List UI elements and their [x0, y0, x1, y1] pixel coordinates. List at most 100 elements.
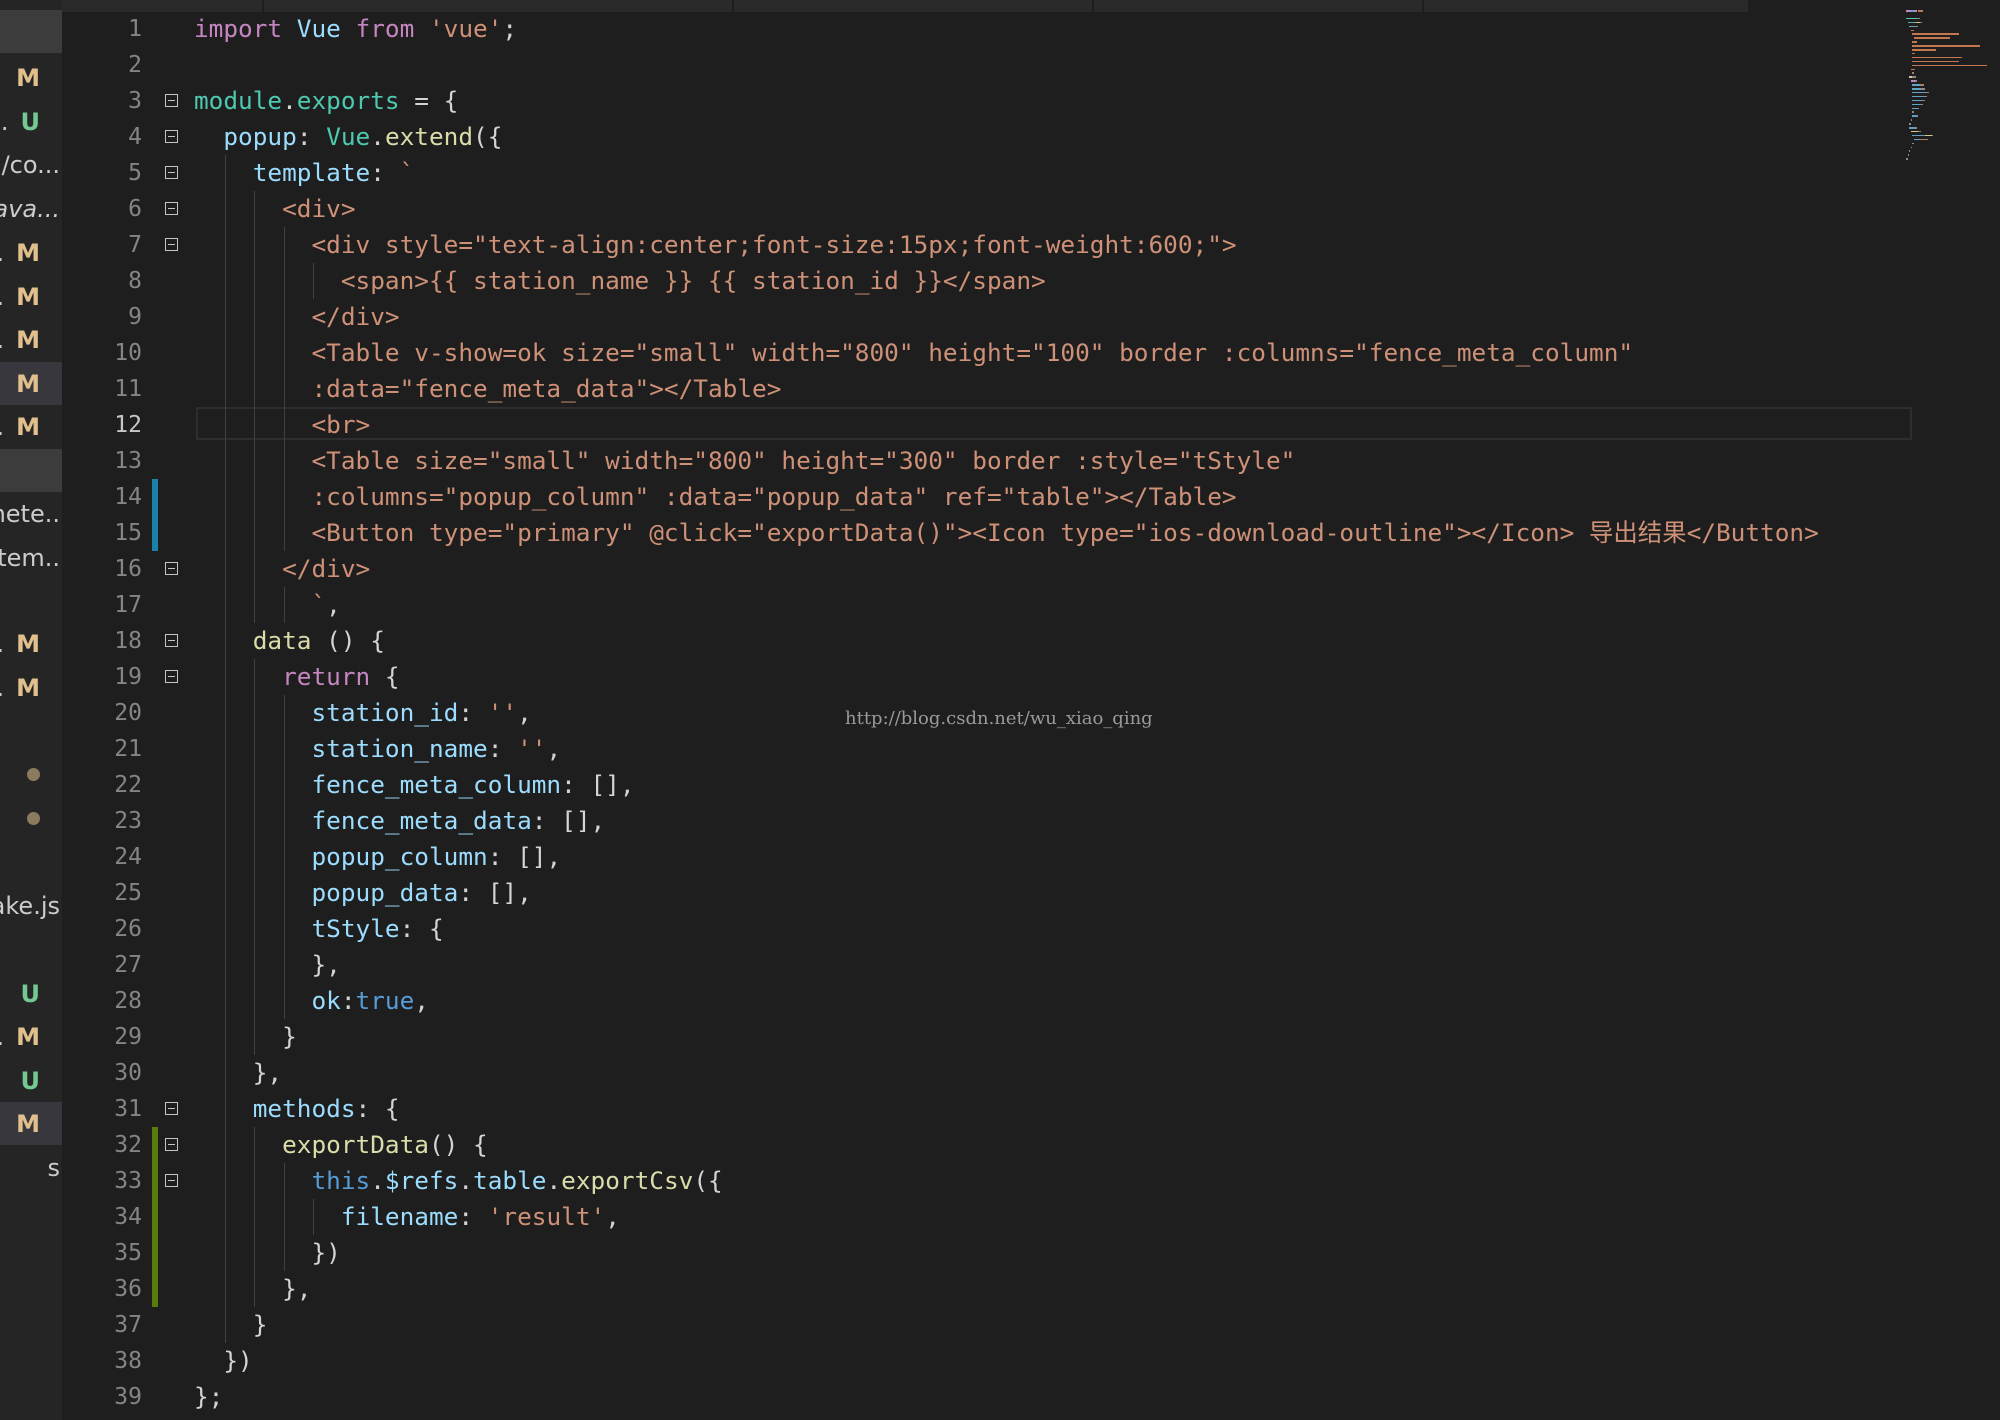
minimap-line — [1920, 21, 1922, 24]
code-line[interactable]: 4 popup: Vue.extend({ — [62, 119, 2000, 155]
code-line[interactable]: 7 <div style="text-align:center;font-siz… — [62, 227, 2000, 263]
explorer-file-item[interactable]: ake.js — [0, 884, 62, 927]
code-line[interactable]: 22 fence_meta_column: [], — [62, 767, 2000, 803]
explorer-file-item[interactable] — [0, 928, 62, 971]
code-line[interactable]: 24 popup_column: [], — [62, 839, 2000, 875]
code-line[interactable]: 29 } — [62, 1019, 2000, 1055]
code-line[interactable]: 13 <Table size="small" width="800" heigh… — [62, 443, 2000, 479]
line-number: 32 — [114, 1132, 142, 1158]
explorer-file-item[interactable]: java... — [0, 187, 62, 230]
code-line[interactable]: 15 <Button type="primary" @click="export… — [62, 515, 2000, 551]
explorer-file-item[interactable]: .M — [0, 622, 62, 665]
code-line[interactable]: 11 :data="fence_meta_data"></Table> — [62, 371, 2000, 407]
fold-toggle-icon[interactable] — [165, 1102, 178, 1115]
explorer-file-item[interactable]: U — [0, 1059, 62, 1102]
explorer-file-item[interactable]: M — [0, 362, 62, 405]
explorer-file-item[interactable]: nete.. — [0, 492, 62, 535]
code-line[interactable]: 37 } — [62, 1307, 2000, 1343]
code-line[interactable]: 36 }, — [62, 1271, 2000, 1307]
code-line[interactable]: 8 <span>{{ station_name }} {{ station_id… — [62, 263, 2000, 299]
code-token: ` — [399, 158, 415, 187]
code-line[interactable]: 21 station_name: '', — [62, 731, 2000, 767]
minimap-line — [1909, 123, 1911, 125]
code-line[interactable]: 1 import Vue from 'vue'; — [62, 11, 2000, 47]
explorer-file-item[interactable]: .. U — [0, 100, 62, 143]
explorer-file-item[interactable] — [0, 10, 62, 53]
fold-toggle-icon[interactable] — [165, 238, 178, 251]
code-token: , — [414, 986, 429, 1015]
code-token: , — [546, 734, 562, 763]
fold-toggle-icon[interactable] — [165, 202, 178, 215]
explorer-file-item[interactable]: M — [0, 1102, 62, 1145]
code-line[interactable]: 14 :columns="popup_column" :data="popup_… — [62, 479, 2000, 515]
code-line[interactable]: 9 </div> — [62, 299, 2000, 335]
code-line[interactable]: 3 module.exports = { — [62, 83, 2000, 119]
code-line[interactable]: 17 `, — [62, 587, 2000, 623]
minimap-line — [1916, 107, 1919, 110]
explorer-file-item[interactable] — [0, 753, 62, 796]
code-line[interactable]: 2 — [62, 47, 2000, 83]
explorer-file-item[interactable]: tem.. — [0, 536, 62, 579]
explorer-file-item[interactable]: .M — [0, 1015, 62, 1058]
fold-toggle-icon[interactable] — [165, 634, 178, 647]
minimap-line — [1915, 80, 1917, 82]
explorer-file-item[interactable] — [0, 841, 62, 884]
explorer-file-item[interactable] — [0, 449, 62, 492]
minimap[interactable] — [1906, 10, 2000, 170]
explorer-file-item[interactable]: .M — [0, 666, 62, 709]
code-line[interactable]: 25 popup_data: [], — [62, 875, 2000, 911]
code-line[interactable]: 27 }, — [62, 947, 2000, 983]
unsaved-dot-icon — [27, 768, 40, 781]
code-line[interactable]: 23 fence_meta_data: [], — [62, 803, 2000, 839]
code-line[interactable]: 26 tStyle: { — [62, 911, 2000, 947]
file-name-label: . — [0, 630, 4, 658]
explorer-file-item[interactable]: .M — [0, 318, 62, 361]
code-line[interactable]: 6 <div> — [62, 191, 2000, 227]
explorer-file-item[interactable] — [0, 797, 62, 840]
explorer-file-item[interactable] — [0, 710, 62, 753]
code-line[interactable]: 38 }) — [62, 1343, 2000, 1379]
explorer-file-item[interactable] — [0, 580, 62, 623]
git-added-marker — [152, 1127, 158, 1163]
git-untracked-badge: U — [20, 107, 41, 136]
fold-toggle-icon[interactable] — [165, 1138, 178, 1151]
fold-toggle-icon[interactable] — [165, 1174, 178, 1187]
code-token: fence_meta_data — [311, 806, 532, 835]
fold-toggle-icon[interactable] — [165, 670, 178, 683]
code-token: }) — [311, 1238, 341, 1267]
code-line[interactable]: 32 exportData() { — [62, 1127, 2000, 1163]
explorer-file-item[interactable]: .M — [0, 275, 62, 318]
code-line[interactable]: 35 }) — [62, 1235, 2000, 1271]
explorer-file-item[interactable]: .M — [0, 405, 62, 448]
explorer-file-item[interactable]: /co... — [0, 143, 62, 186]
explorer-file-item[interactable]: .M — [0, 231, 62, 274]
explorer-file-item[interactable]: s — [0, 1146, 62, 1189]
code-line[interactable]: 12 <br> — [62, 407, 2000, 443]
explorer-file-item[interactable]: M — [0, 56, 62, 99]
code-line[interactable]: 33 this.$refs.table.exportCsv({ — [62, 1163, 2000, 1199]
fold-toggle-icon[interactable] — [165, 94, 178, 107]
code-line[interactable]: 18 data () { — [62, 623, 2000, 659]
code-line[interactable]: 28 ok:true, — [62, 983, 2000, 1019]
fold-toggle-icon[interactable] — [165, 130, 178, 143]
git-modified-badge: M — [16, 63, 40, 92]
code-text: <div style="text-align:center;font-size:… — [194, 227, 1236, 263]
line-number: 4 — [128, 124, 142, 150]
git-added-marker — [152, 1199, 158, 1235]
code-line[interactable]: 5 template: ` — [62, 155, 2000, 191]
code-token: ` — [311, 590, 327, 619]
code-line[interactable]: 19 return { — [62, 659, 2000, 695]
fold-toggle-icon[interactable] — [165, 166, 178, 179]
code-line[interactable]: 16 </div> — [62, 551, 2000, 587]
minimap-line — [1910, 29, 1915, 32]
code-line[interactable]: 39}; — [62, 1379, 2000, 1415]
explorer-file-item[interactable]: U — [0, 972, 62, 1015]
code-line[interactable]: 34 filename: 'result', — [62, 1199, 2000, 1235]
code-line[interactable]: 10 <Table v-show=ok size="small" width="… — [62, 335, 2000, 371]
line-number: 25 — [114, 880, 142, 906]
code-line[interactable]: 30 }, — [62, 1055, 2000, 1091]
code-line[interactable]: 31 methods: { — [62, 1091, 2000, 1127]
git-modified-badge: M — [16, 1109, 40, 1138]
fold-toggle-icon[interactable] — [165, 562, 178, 575]
